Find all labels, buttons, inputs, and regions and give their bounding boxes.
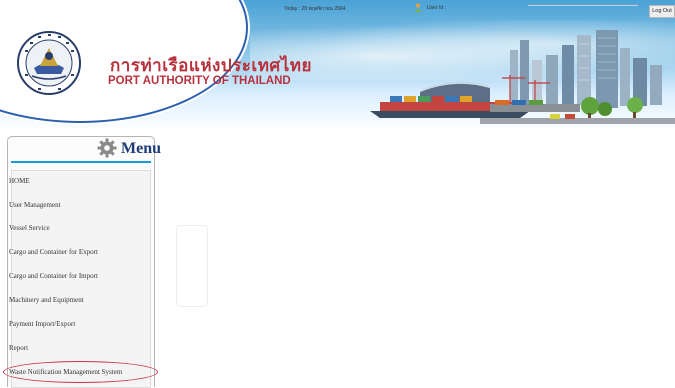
menu-item-vessel-service[interactable]: Vessel Service: [9, 224, 50, 232]
gear-icon: [97, 138, 117, 158]
brand-english-name: PORT AUTHORITY OF THAILAND: [108, 75, 291, 87]
user-icon: [414, 3, 422, 12]
menu-title: Menu: [121, 140, 161, 157]
menu-item-user-management[interactable]: User Management: [9, 201, 61, 209]
top-status-bar: Today : 28 พฤศจิกายน 2564 User Id : Log …: [0, 0, 675, 18]
site-header: การท่าเรือแห่งประเทศไทย PORT AUTHORITY O…: [0, 0, 675, 132]
content-panel: [176, 225, 208, 307]
menu-item-payment-import-export[interactable]: Payment Import/Export: [9, 320, 75, 328]
logout-button[interactable]: Log Out: [649, 5, 675, 18]
menu-title-underline: [11, 161, 151, 163]
highlight-annotation-ellipse: [3, 361, 158, 383]
menu-item-report[interactable]: Report: [9, 344, 28, 352]
sidebar-menu: Menu: [7, 136, 161, 388]
top-divider: [528, 5, 638, 6]
port-authority-seal-logo[interactable]: [16, 30, 82, 96]
menu-header: Menu: [8, 137, 161, 162]
user-id-label: User Id :: [427, 5, 446, 11]
port-skyline-banner: [370, 30, 675, 124]
menu-item-home[interactable]: HOME: [9, 177, 30, 185]
menu-item-machinery-equipment[interactable]: Machinery and Equipment: [9, 296, 84, 304]
menu-item-cargo-import[interactable]: Cargo and Container for Import: [9, 272, 98, 280]
today-date-label: Today : 28 พฤศจิกายน 2564: [284, 6, 346, 12]
menu-item-cargo-export[interactable]: Cargo and Container for Export: [9, 248, 98, 256]
